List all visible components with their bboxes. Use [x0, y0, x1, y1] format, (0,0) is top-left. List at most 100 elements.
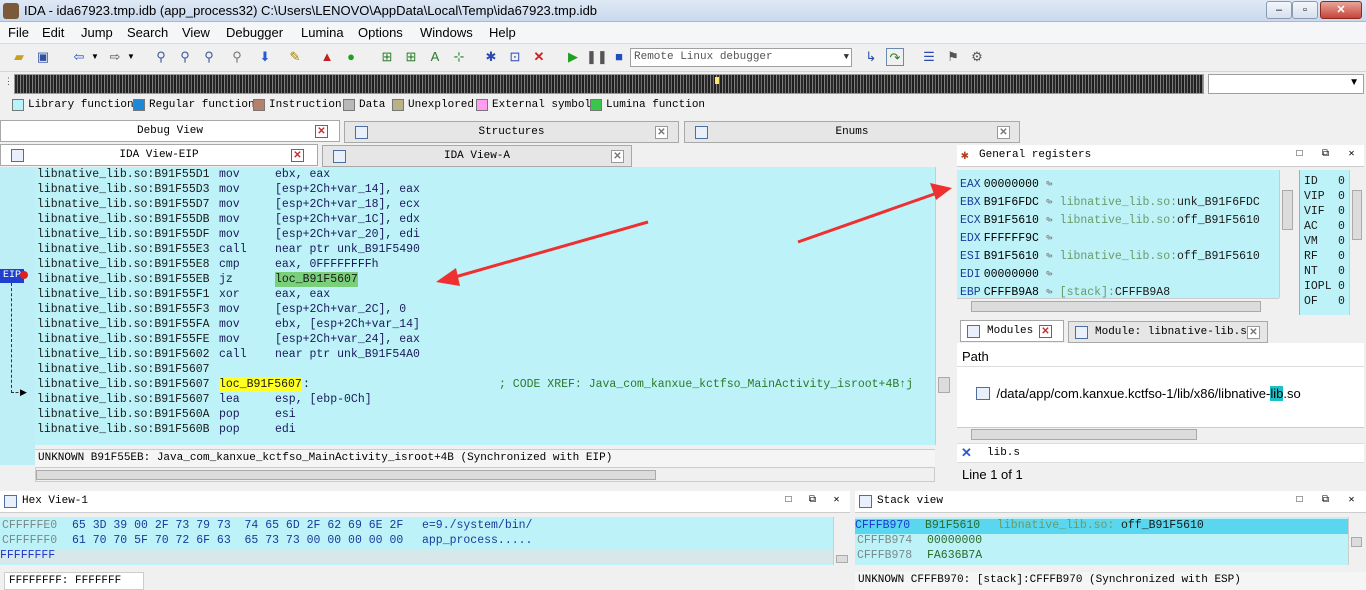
- register-value[interactable]: B91F5610: [984, 250, 1039, 263]
- code-operand[interactable]: eax, 0FFFFFFFFh: [275, 257, 379, 272]
- code-operand[interactable]: [esp+2Ch+var_14], eax: [275, 182, 420, 197]
- tab-module-libnative[interactable]: Module: libnative-lib.so ✕: [1068, 321, 1268, 343]
- float-panel-icon[interactable]: ⧉: [806, 495, 819, 508]
- tracing-icon[interactable]: ⚑: [944, 48, 962, 66]
- menu-help[interactable]: Help: [489, 25, 516, 40]
- menu-view[interactable]: View: [182, 25, 210, 40]
- register-link-icon[interactable]: ↬: [1039, 232, 1060, 245]
- tab-debug-view[interactable]: Debug View ✕: [0, 120, 340, 142]
- code-operand[interactable]: [esp+2Ch+var_24], eax: [275, 332, 420, 347]
- code-gutter[interactable]: EIP ▶: [0, 167, 35, 465]
- code-line[interactable]: libnative_lib.so:B91F55EB jz loc_B91F5607: [37, 272, 358, 287]
- make-string-icon[interactable]: A: [426, 48, 444, 66]
- code-line[interactable]: libnative_lib.so:B91F55F3 mov [esp+2Ch+var…: [37, 302, 406, 317]
- nav-dropdown[interactable]: ▼: [1208, 74, 1364, 94]
- code-line[interactable]: libnative_lib.so:B91F5607 loc_B91F5607: ; …: [37, 377, 913, 392]
- register-row[interactable]: EDX FFFFFF9C ↬: [960, 230, 1060, 247]
- code-line[interactable]: libnative_lib.so:B91F55FE mov [esp+2Ch+var…: [37, 332, 420, 347]
- flags-scrollbar[interactable]: [1349, 170, 1364, 315]
- close-icon[interactable]: ✕: [291, 149, 304, 162]
- code-line[interactable]: libnative_lib.so:B91F5607: [37, 362, 210, 377]
- hex-row[interactable]: FFFFFFFF: [0, 549, 833, 564]
- register-row[interactable]: EBX B91F6FDC ↬ libnative_lib.so:unk_B91F6…: [960, 194, 1260, 211]
- tab-enums[interactable]: Enums ✕: [684, 121, 1020, 143]
- back-dropdown-icon[interactable]: ▼: [86, 48, 104, 66]
- binary-search-icon[interactable]: ⚲: [152, 48, 170, 66]
- code-line[interactable]: libnative_lib.so:B91F55FA mov ebx, [esp+2C…: [37, 317, 420, 332]
- horizontal-scrollbar[interactable]: [35, 467, 935, 482]
- code-line[interactable]: libnative_lib.so:B91F560A pop esi: [37, 407, 296, 422]
- code-operand[interactable]: near ptr unk_B91F5490: [275, 242, 420, 257]
- menu-options[interactable]: Options: [358, 25, 403, 40]
- close-icon[interactable]: ✕: [830, 495, 843, 508]
- settings-icon[interactable]: ⚙: [968, 48, 986, 66]
- code-operand[interactable]: ebx, [esp+2Ch+var_14]: [275, 317, 420, 332]
- code-line[interactable]: libnative_lib.so:B91F5602 call near ptr un…: [37, 347, 420, 362]
- scroll-thumb[interactable]: [1351, 537, 1362, 547]
- register-value[interactable]: 00000000: [984, 178, 1039, 191]
- code-line[interactable]: libnative_lib.so:B91F55E3 call near ptr un…: [37, 242, 420, 257]
- close-icon[interactable]: ✕: [611, 150, 624, 163]
- scroll-thumb[interactable]: [1352, 190, 1362, 240]
- make-code-icon[interactable]: ⊞: [378, 48, 396, 66]
- close-icon[interactable]: ✕: [655, 126, 668, 139]
- flag-row[interactable]: IOPL 0: [1304, 280, 1350, 293]
- flag-row[interactable]: VM 0: [1304, 235, 1350, 248]
- vertical-scrollbar[interactable]: [935, 167, 952, 445]
- code-line[interactable]: libnative_lib.so:B91F55F1 xor eax, eax: [37, 287, 330, 302]
- step-over-icon[interactable]: ↷: [886, 48, 904, 66]
- navigation-band[interactable]: [14, 74, 1204, 94]
- register-row[interactable]: ECX B91F5610 ↬ libnative_lib.so:off_B91F5…: [960, 212, 1260, 229]
- scroll-thumb[interactable]: [836, 555, 848, 563]
- forward-dropdown-icon[interactable]: ▼: [122, 48, 140, 66]
- code-line[interactable]: libnative_lib.so:B91F5607 lea esp, [ebp-0C…: [37, 392, 372, 407]
- struct-icon[interactable]: ✱: [482, 48, 500, 66]
- disassembly-view[interactable]: libnative_lib.so:B91F55D1 mov ebx, eax libn…: [35, 167, 935, 445]
- scroll-thumb[interactable]: [938, 377, 950, 393]
- register-value[interactable]: 00000000: [984, 268, 1039, 281]
- clear-filter-icon[interactable]: ✕: [961, 445, 972, 461]
- flag-row[interactable]: ID 0: [1304, 175, 1350, 188]
- undefine-icon[interactable]: ✕: [530, 48, 548, 66]
- modules-path-header[interactable]: Path: [957, 343, 1364, 367]
- green-circle-icon[interactable]: ●: [342, 48, 360, 66]
- patch-icon[interactable]: ✎: [286, 48, 304, 66]
- warning-icon[interactable]: ▲: [318, 48, 336, 66]
- code-line[interactable]: libnative_lib.so:B91F55D3 mov [esp+2Ch+var…: [37, 182, 420, 197]
- float-panel-icon[interactable]: ⧉: [1319, 149, 1332, 162]
- menu-file[interactable]: File: [8, 25, 29, 40]
- breakpoints-icon[interactable]: ☰: [920, 48, 938, 66]
- register-value[interactable]: B91F6FDC: [984, 196, 1039, 209]
- scroll-thumb[interactable]: [971, 301, 1261, 312]
- scroll-thumb[interactable]: [1282, 190, 1293, 230]
- code-operand[interactable]: [esp+2Ch+var_1C], edx: [275, 212, 420, 227]
- register-link-icon[interactable]: ↬: [1039, 196, 1060, 209]
- flags-list[interactable]: ID 0 VIP 0 VIF 0 AC 0 VM 0 RF 0 NT 0 IOPL 0 OF 0: [1299, 170, 1349, 315]
- code-operand[interactable]: loc_B91F5607: [275, 272, 358, 287]
- close-icon[interactable]: ✕: [1247, 326, 1260, 339]
- start-debug-icon[interactable]: ▶: [564, 48, 582, 66]
- maximize-button[interactable]: ▫: [1292, 1, 1318, 19]
- menu-jump[interactable]: Jump: [81, 25, 113, 40]
- code-operand[interactable]: esp, [ebp-0Ch]: [275, 392, 372, 407]
- search-next-icon[interactable]: ⚲: [200, 48, 218, 66]
- modules-filter-row[interactable]: ✕ lib.s: [957, 443, 1364, 463]
- code-operand[interactable]: [esp+2Ch+var_18], ecx: [275, 197, 420, 212]
- code-line[interactable]: libnative_lib.so:B91F55DF mov [esp+2Ch+var…: [37, 227, 420, 242]
- modules-hscroll[interactable]: [957, 427, 1364, 441]
- search-all-icon[interactable]: ⚲: [228, 48, 246, 66]
- stack-row[interactable]: CFFFB974 00000000: [857, 534, 982, 549]
- close-icon[interactable]: ✕: [1039, 325, 1052, 338]
- minimize-button[interactable]: –: [1266, 1, 1292, 19]
- hex-row[interactable]: CFFFFFF0 61 70 70 5F 70 72 6F 63 65 73 73…: [2, 534, 532, 549]
- tab-ida-view-eip[interactable]: IDA View-EIP ✕: [0, 144, 318, 166]
- register-value[interactable]: FFFFFF9C: [984, 232, 1039, 245]
- enum-icon[interactable]: ⊡: [506, 48, 524, 66]
- pause-icon[interactable]: ❚❚: [586, 48, 608, 66]
- stack-row[interactable]: CFFFB970 B91F5610 libnative_lib.so: off_B91…: [855, 519, 1348, 534]
- breakpoint-icon[interactable]: [20, 271, 28, 279]
- code-line[interactable]: libnative_lib.so:B91F560B pop edi: [37, 422, 296, 437]
- menu-windows[interactable]: Windows: [420, 25, 473, 40]
- register-value[interactable]: B91F5610: [984, 214, 1039, 227]
- registers-list[interactable]: EAX 00000000 ↬ EBX B91F6FDC ↬ libnative_li…: [957, 170, 1279, 299]
